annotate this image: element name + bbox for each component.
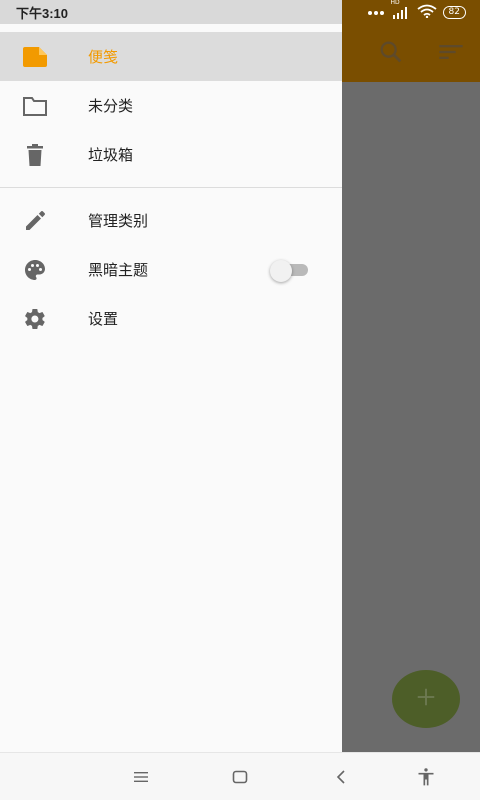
drawer-divider bbox=[0, 187, 342, 188]
search-icon[interactable] bbox=[377, 38, 405, 66]
back-icon[interactable] bbox=[329, 765, 353, 789]
folder-icon bbox=[22, 93, 48, 119]
network-type-label: HD bbox=[390, 0, 400, 6]
drawer-item-settings[interactable]: 设置 bbox=[0, 294, 342, 343]
menu-icon[interactable] bbox=[129, 765, 153, 789]
status-time: 下午3:10 bbox=[16, 5, 69, 21]
trash-icon bbox=[22, 142, 48, 168]
drawer-item-label: 未分类 bbox=[88, 97, 134, 115]
drawer-item-label: 设置 bbox=[88, 310, 119, 328]
toggle-thumb bbox=[270, 259, 292, 282]
dots-icon bbox=[367, 6, 385, 19]
drawer-item-label: 便笺 bbox=[88, 48, 119, 66]
palette-icon bbox=[22, 257, 48, 283]
status-icons: HD 82 bbox=[367, 0, 466, 21]
drawer-item-uncategorized[interactable]: 未分类 bbox=[0, 81, 342, 130]
status-bar: 下午3:10 HD 82 bbox=[0, 0, 480, 24]
dark-theme-toggle[interactable] bbox=[270, 259, 310, 282]
system-navigation-bar bbox=[0, 752, 480, 800]
gear-icon bbox=[22, 306, 48, 332]
drawer-item-label: 垃圾箱 bbox=[88, 146, 134, 164]
wifi-icon bbox=[416, 4, 437, 21]
drawer-item-dark-theme[interactable]: 黑暗主题 bbox=[0, 245, 342, 294]
note-icon bbox=[22, 44, 48, 70]
drawer-item-label: 管理类别 bbox=[88, 212, 149, 230]
plus-icon bbox=[415, 686, 437, 712]
battery-indicator: 82 bbox=[442, 5, 466, 19]
drawer-item-notes[interactable]: 便笺 bbox=[0, 32, 342, 81]
navigation-drawer: 便笺 未分类 垃圾箱 管理类别 黑暗主题 设置 bbox=[0, 24, 342, 752]
accessibility-icon[interactable] bbox=[414, 765, 438, 789]
add-note-button[interactable] bbox=[392, 670, 460, 728]
sort-icon[interactable] bbox=[437, 38, 465, 66]
pencil-icon bbox=[22, 208, 48, 234]
signal-icon: HD bbox=[391, 0, 411, 19]
drawer-item-label: 黑暗主题 bbox=[88, 261, 149, 279]
home-icon[interactable] bbox=[228, 765, 252, 789]
drawer-item-trash[interactable]: 垃圾箱 bbox=[0, 130, 342, 179]
drawer-item-manage-categories[interactable]: 管理类别 bbox=[0, 196, 342, 245]
